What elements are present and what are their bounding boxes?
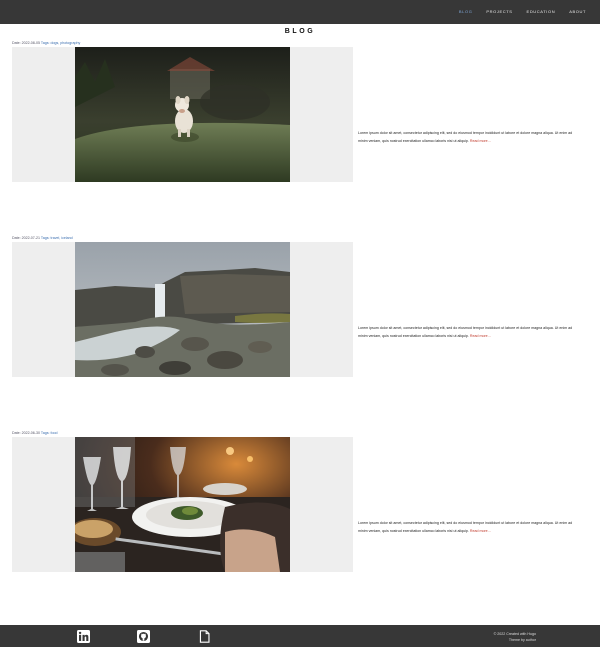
post-image-frame <box>12 437 353 572</box>
post-date: Date: 2022-07-21 <box>12 236 40 240</box>
main-nav: Blog Projects Education About <box>459 9 586 14</box>
post-meta: Date: 2022-08-05 Tags: dogs, photography <box>12 41 80 45</box>
top-navbar: Blog Projects Education About <box>0 0 600 24</box>
blog-post: Date: 2022-07-21 Tags: travel, iceland L… <box>0 236 600 386</box>
post-image-frame <box>12 47 353 182</box>
github-icon[interactable] <box>137 630 150 643</box>
post-excerpt: Lorem ipsum dolor sit amet, consectetur … <box>358 324 580 340</box>
nav-education-link[interactable]: Education <box>527 9 556 14</box>
post-excerpt-text: Lorem ipsum dolor sit amet, consectetur … <box>358 326 573 338</box>
post-excerpt: Lorem ipsum dolor sit amet, consectetur … <box>358 129 580 145</box>
footer-credits: © 2022 Created with Hugo Theme by author <box>494 631 536 643</box>
linkedin-icon[interactable] <box>77 630 90 643</box>
blog-post: Date: 2022-08-05 Tags: dogs, photography <box>0 41 600 191</box>
page-title: BLOG <box>284 28 316 35</box>
nav-projects-link[interactable]: Projects <box>486 9 512 14</box>
post-image-frame <box>12 242 353 377</box>
post-meta: Date: 2022-07-21 Tags: travel, iceland <box>12 236 73 240</box>
site-footer: © 2022 Created with Hugo Theme by author <box>0 625 600 647</box>
blog-post: Date: 2022-06-30 Tags: food Lorem ipsum … <box>0 431 600 581</box>
waterfall-photo[interactable] <box>75 242 290 377</box>
document-icon[interactable] <box>198 630 211 643</box>
dog-on-grass-photo[interactable] <box>75 47 290 182</box>
post-date: Date: 2022-06-30 <box>12 431 40 435</box>
post-tags[interactable]: Tags: food <box>41 431 58 435</box>
read-more-link[interactable]: Read more… <box>470 529 491 533</box>
post-excerpt-text: Lorem ipsum dolor sit amet, consectetur … <box>358 521 573 533</box>
post-tags[interactable]: Tags: travel, iceland <box>41 236 73 240</box>
read-more-link[interactable]: Read more… <box>470 139 491 143</box>
nav-blog-link[interactable]: Blog <box>459 9 473 14</box>
post-excerpt: Lorem ipsum dolor sit amet, consectetur … <box>358 519 580 535</box>
footer-theme-line: Theme by author <box>508 638 536 642</box>
nav-about-link[interactable]: About <box>569 9 586 14</box>
dinner-plate-photo[interactable] <box>75 437 290 572</box>
read-more-link[interactable]: Read more… <box>470 334 491 338</box>
post-meta: Date: 2022-06-30 Tags: food <box>12 431 58 435</box>
post-excerpt-text: Lorem ipsum dolor sit amet, consectetur … <box>358 131 573 143</box>
post-date: Date: 2022-08-05 <box>12 41 40 45</box>
post-tags[interactable]: Tags: dogs, photography <box>41 41 80 45</box>
